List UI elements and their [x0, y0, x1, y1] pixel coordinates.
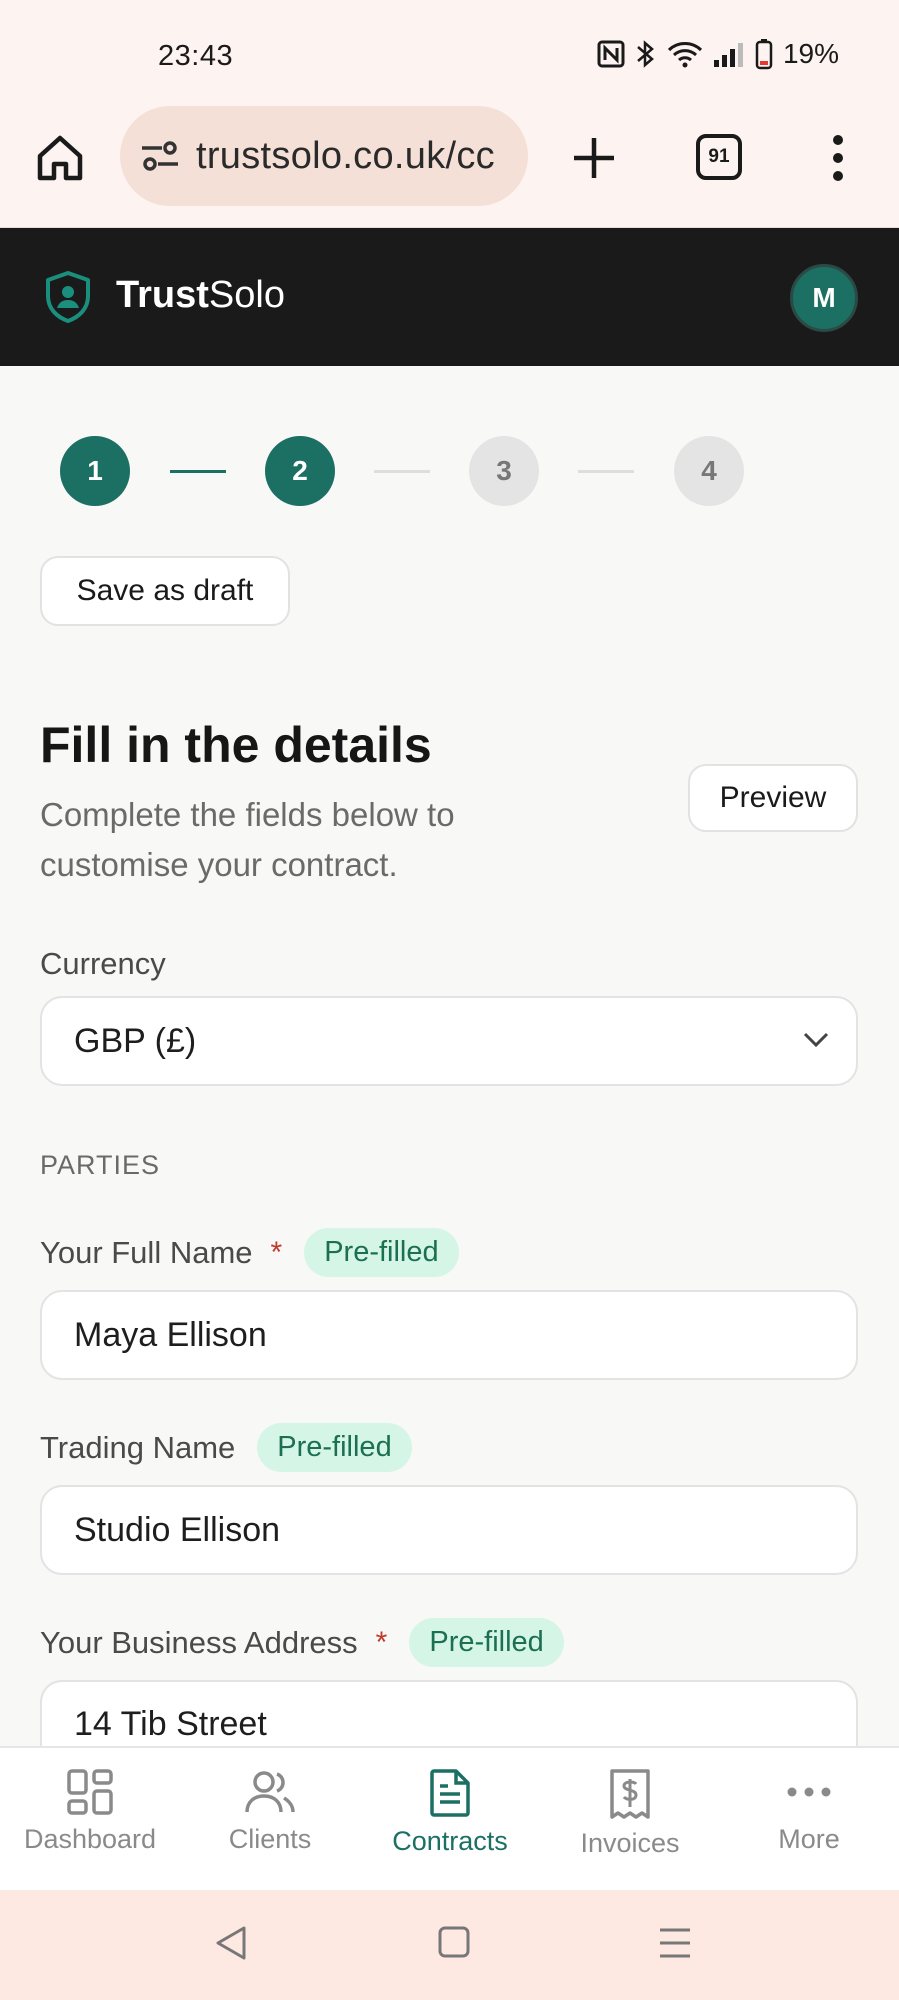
preview-button[interactable]: Preview	[688, 764, 858, 832]
full-name-label: Your Full Name * Pre-filled	[40, 1228, 459, 1277]
required-marker: *	[375, 1625, 388, 1659]
nav-label: Contracts	[392, 1826, 508, 1856]
app-header: TrustSolo M	[0, 228, 899, 366]
recents-icon[interactable]	[658, 1926, 692, 1960]
battery-icon	[755, 39, 773, 70]
address-label-text: Your Business Address	[40, 1624, 358, 1660]
nav-invoices[interactable]: Invoices	[540, 1768, 720, 1859]
prefilled-badge: Pre-filled	[409, 1618, 564, 1667]
save-draft-button[interactable]: Save as draft	[40, 556, 290, 626]
trading-name-label-text: Trading Name	[40, 1429, 236, 1465]
nav-clients[interactable]: Clients	[180, 1768, 360, 1855]
nav-label: More	[778, 1824, 840, 1854]
url-text: trustsolo.co.uk/cc	[196, 134, 495, 177]
status-bar: 23:43 19%	[0, 0, 899, 104]
home-nav-icon[interactable]	[437, 1925, 471, 1959]
nav-label: Invoices	[580, 1828, 680, 1858]
currency-value: GBP (£)	[74, 1021, 197, 1060]
address-bar[interactable]: trustsolo.co.uk/cc	[120, 106, 528, 206]
browser-toolbar: trustsolo.co.uk/cc 91	[0, 104, 899, 228]
users-icon	[245, 1771, 295, 1813]
signal-icon	[713, 43, 743, 67]
full-name-input[interactable]: Maya Ellison	[40, 1290, 858, 1380]
bluetooth-icon	[637, 40, 654, 68]
bottom-nav: Dashboard Clients Contracts Invoices Mor…	[0, 1746, 899, 1890]
tab-switcher-button[interactable]: 91	[696, 134, 742, 180]
nav-label: Dashboard	[23, 1824, 157, 1854]
address-value: 14 Tib Street	[74, 1705, 267, 1743]
trading-name-value: Studio Ellison	[74, 1510, 281, 1549]
nav-contracts[interactable]: Contracts	[360, 1768, 540, 1857]
step-2[interactable]: 2	[265, 436, 335, 506]
page-subtitle: Complete the fields below to customise y…	[40, 796, 455, 883]
chevron-down-icon	[803, 1032, 829, 1048]
address-input[interactable]: 14 Tib Street	[40, 1680, 858, 1750]
required-marker: *	[270, 1235, 283, 1269]
new-tab-icon[interactable]	[568, 132, 620, 184]
site-settings-icon[interactable]	[140, 139, 180, 173]
avatar[interactable]: M	[790, 264, 858, 332]
more-icon	[787, 1787, 831, 1797]
currency-select[interactable]: GBP (£)	[40, 996, 858, 1086]
step-connector-1	[170, 470, 226, 473]
trading-name-input[interactable]: Studio Ellison	[40, 1485, 858, 1575]
step-connector-2	[374, 470, 430, 473]
status-time: 23:43	[158, 40, 234, 72]
brand-name: TrustSolo	[116, 274, 285, 317]
system-nav-bar	[0, 1890, 899, 2000]
full-name-value: Maya Ellison	[74, 1315, 267, 1354]
step-1[interactable]: 1	[60, 436, 130, 506]
status-icons: 19%	[597, 38, 839, 70]
step-connector-3	[578, 470, 634, 473]
back-icon[interactable]	[214, 1924, 248, 1962]
full-name-label-text: Your Full Name	[40, 1234, 253, 1270]
shield-user-icon	[46, 271, 90, 323]
page-title: Fill in the details	[40, 717, 432, 773]
currency-label: Currency	[40, 946, 166, 982]
wifi-icon	[667, 42, 702, 68]
battery-percent: 19%	[782, 38, 839, 69]
nav-more[interactable]: More	[719, 1768, 899, 1855]
more-vert-icon[interactable]	[820, 132, 856, 184]
document-icon	[430, 1769, 470, 1817]
step-3[interactable]: 3	[469, 436, 539, 506]
nav-label: Clients	[228, 1824, 312, 1854]
prefilled-badge: Pre-filled	[304, 1228, 459, 1277]
home-icon[interactable]	[34, 132, 86, 184]
brand-bold: Trust	[116, 274, 209, 316]
currency-label-text: Currency	[40, 946, 166, 981]
brand-light: Solo	[208, 274, 285, 316]
invoice-icon	[610, 1769, 650, 1819]
nav-dashboard[interactable]: Dashboard	[0, 1768, 180, 1855]
address-label: Your Business Address * Pre-filled	[40, 1618, 564, 1667]
step-4[interactable]: 4	[674, 436, 744, 506]
dashboard-icon	[67, 1769, 113, 1815]
prefilled-badge: Pre-filled	[257, 1423, 412, 1472]
nfc-icon	[597, 40, 625, 68]
section-parties: PARTIES	[40, 1150, 161, 1180]
trading-name-label: Trading Name Pre-filled	[40, 1423, 412, 1472]
